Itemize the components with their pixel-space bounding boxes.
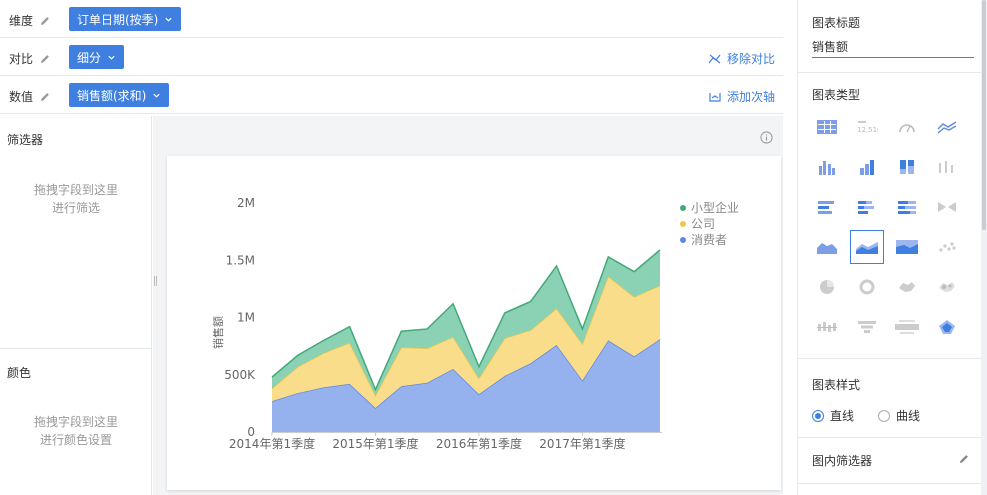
cfg-divider <box>798 72 982 73</box>
chart-type-box-plot-icon[interactable] <box>810 310 844 344</box>
pencil-icon[interactable] <box>39 53 51 65</box>
legend-marker <box>680 237 686 243</box>
style-curve-radio[interactable] <box>878 409 891 422</box>
chevron-down-icon <box>153 93 160 98</box>
chart-type-table-icon[interactable] <box>810 110 844 144</box>
legend-label: 公司 <box>691 217 715 231</box>
pencil-icon[interactable] <box>39 15 51 27</box>
cfg-divider <box>798 483 982 484</box>
value-chip[interactable]: 销售额(求和) <box>69 83 170 107</box>
chart-type-scatter-icon[interactable] <box>930 230 964 264</box>
style-straight-radio[interactable] <box>812 409 824 422</box>
config-panel: 图表标题 销售额 图表类型 12,510 <box>797 0 982 495</box>
chart-type-label: 图表类型 <box>812 88 861 102</box>
chart-type-gauge-icon[interactable] <box>890 110 924 144</box>
chart-type-funnel-icon[interactable] <box>850 310 884 344</box>
chart-type-percent-area-icon[interactable] <box>890 230 924 264</box>
x-tick-label: 2016年第1季度 <box>436 436 522 451</box>
color-title: 颜色 <box>7 366 32 380</box>
remove-compare-icon <box>708 54 721 63</box>
chart-type-stacked-bar-icon[interactable] <box>850 150 884 184</box>
cfg-divider <box>798 437 982 438</box>
chart-type-horizontal-bar-icon[interactable] <box>810 190 844 224</box>
remove-compare-button[interactable]: 移除对比 <box>708 50 775 67</box>
x-tick-label: 2014年第1季度 <box>229 436 315 451</box>
legend-marker <box>680 221 686 227</box>
y-tick-label: 1.5M <box>226 253 255 267</box>
filter-title: 筛选器 <box>7 133 44 147</box>
info-icon[interactable] <box>760 131 773 144</box>
svg-text:12,510: 12,510 <box>857 126 878 134</box>
chart-type-percent-bar-icon[interactable] <box>890 150 924 184</box>
x-tick-label: 2015年第1季度 <box>332 436 418 451</box>
chart-card: 0 500K 1M 1.5M 2M 销售额 2014年第1季度 2015年第1季度 2016年第… <box>167 156 781 490</box>
chart-type-pie-icon[interactable] <box>810 270 844 304</box>
stacked-area-chart: 0500K1M1.5M2M销售额2014年第1季度 2015年第1季度 2016年第… <box>211 196 739 451</box>
chevron-down-icon <box>108 55 115 60</box>
legend-label: 小型企业 <box>691 200 739 215</box>
y-tick-label: 2M <box>237 196 255 210</box>
chart-type-percent-hbar-icon[interactable] <box>890 190 924 224</box>
y-axis-label: 销售额 <box>211 316 225 349</box>
compare-chip[interactable]: 细分 <box>69 45 125 69</box>
filter-drop-zone[interactable]: 拖拽字段到这里 进行筛选 <box>0 181 152 217</box>
chart-type-area-icon[interactable] <box>810 230 844 264</box>
compare-label: 对比 <box>9 50 51 67</box>
panel-divider <box>0 348 152 349</box>
value-label: 数值 <box>9 88 51 105</box>
chart-type-bubble-map-icon[interactable] <box>930 270 964 304</box>
color-drop-zone[interactable]: 拖拽字段到这里 进行颜色设置 <box>0 413 152 449</box>
x-tick-label: 2017年第1季度 <box>539 436 625 451</box>
chart-type-stacked-hbar-icon[interactable] <box>850 190 884 224</box>
chart-type-stacked-area-icon[interactable] <box>850 230 884 264</box>
chart-editor: 维度 订单日期(按季) 对比 细分 移除对比 数值 销售额(求和) 添加次轴 筛… <box>0 0 783 495</box>
chart-type-donut-icon[interactable] <box>850 270 884 304</box>
compare-row: 对比 细分 移除对比 <box>0 38 783 76</box>
pencil-icon[interactable] <box>958 453 970 465</box>
chart-title-label: 图表标题 <box>812 16 861 30</box>
chart-type-radar-icon[interactable] <box>930 310 964 344</box>
dimension-chip[interactable]: 订单日期(按季) <box>69 7 182 31</box>
y-tick-label: 1M <box>237 311 255 325</box>
resize-handle[interactable] <box>154 276 157 286</box>
chart-title-input[interactable]: 销售额 <box>812 38 974 58</box>
dimension-label: 维度 <box>9 12 51 29</box>
chart-type-line-icon[interactable] <box>930 110 964 144</box>
add-secondary-axis-button[interactable]: 添加次轴 <box>708 88 775 105</box>
inner-filter-label: 图内筛选器 <box>812 454 873 468</box>
config-scrollbar[interactable] <box>981 0 987 495</box>
chart-type-bar-icon[interactable] <box>810 150 844 184</box>
legend-marker <box>680 205 686 211</box>
chart-type-butterfly-icon[interactable] <box>930 190 964 224</box>
chart-style-options: 直线 曲线 <box>812 407 920 424</box>
chart-type-kpi-icon[interactable]: 12,510 <box>850 110 884 144</box>
scrollbar-thumb[interactable] <box>982 0 986 230</box>
chart-type-map-icon[interactable] <box>890 270 924 304</box>
left-panel: 筛选器 拖拽字段到这里 进行筛选 颜色 拖拽字段到这里 进行颜色设置 <box>0 116 152 495</box>
chart-type-range-bar-icon[interactable] <box>930 150 964 184</box>
secondary-axis-icon <box>709 92 721 102</box>
value-row: 数值 销售额(求和) 添加次轴 <box>0 76 783 114</box>
pencil-icon[interactable] <box>39 91 51 103</box>
chart-style-label: 图表样式 <box>812 378 861 392</box>
chart-type-word-cloud-icon[interactable] <box>890 310 924 344</box>
y-tick-label: 500K <box>224 368 256 382</box>
chevron-down-icon <box>165 17 172 22</box>
legend-label: 消费者 <box>691 233 727 247</box>
cfg-divider <box>798 358 982 359</box>
dimension-row: 维度 订单日期(按季) <box>0 0 783 38</box>
